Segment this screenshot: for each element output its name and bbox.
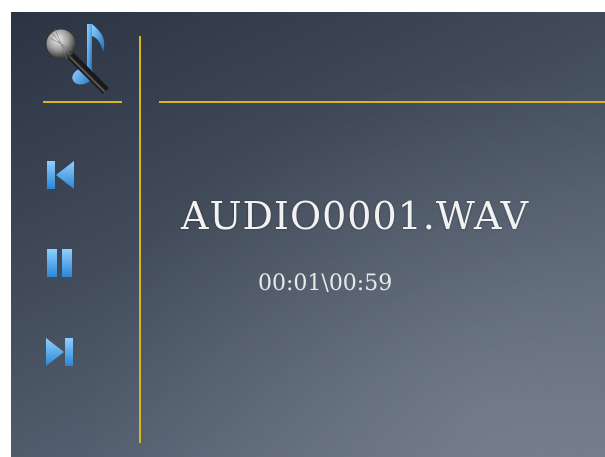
skip-previous-icon (47, 161, 74, 189)
playback-time: 00:01\00:59 (258, 271, 393, 296)
previous-button[interactable] (44, 158, 76, 192)
microphone-music-note-icon (41, 20, 119, 98)
player-screen: AUDIO0001.WAV 00:01\00:59 (11, 12, 605, 457)
pause-icon (47, 249, 72, 277)
next-button[interactable] (44, 335, 76, 369)
skip-next-icon (46, 338, 73, 366)
pause-button[interactable] (44, 246, 76, 280)
track-filename: AUDIO0001.WAV (181, 194, 530, 238)
sidebar-divider (139, 36, 141, 443)
header-divider-left (43, 101, 122, 103)
header-divider-right (159, 101, 605, 103)
